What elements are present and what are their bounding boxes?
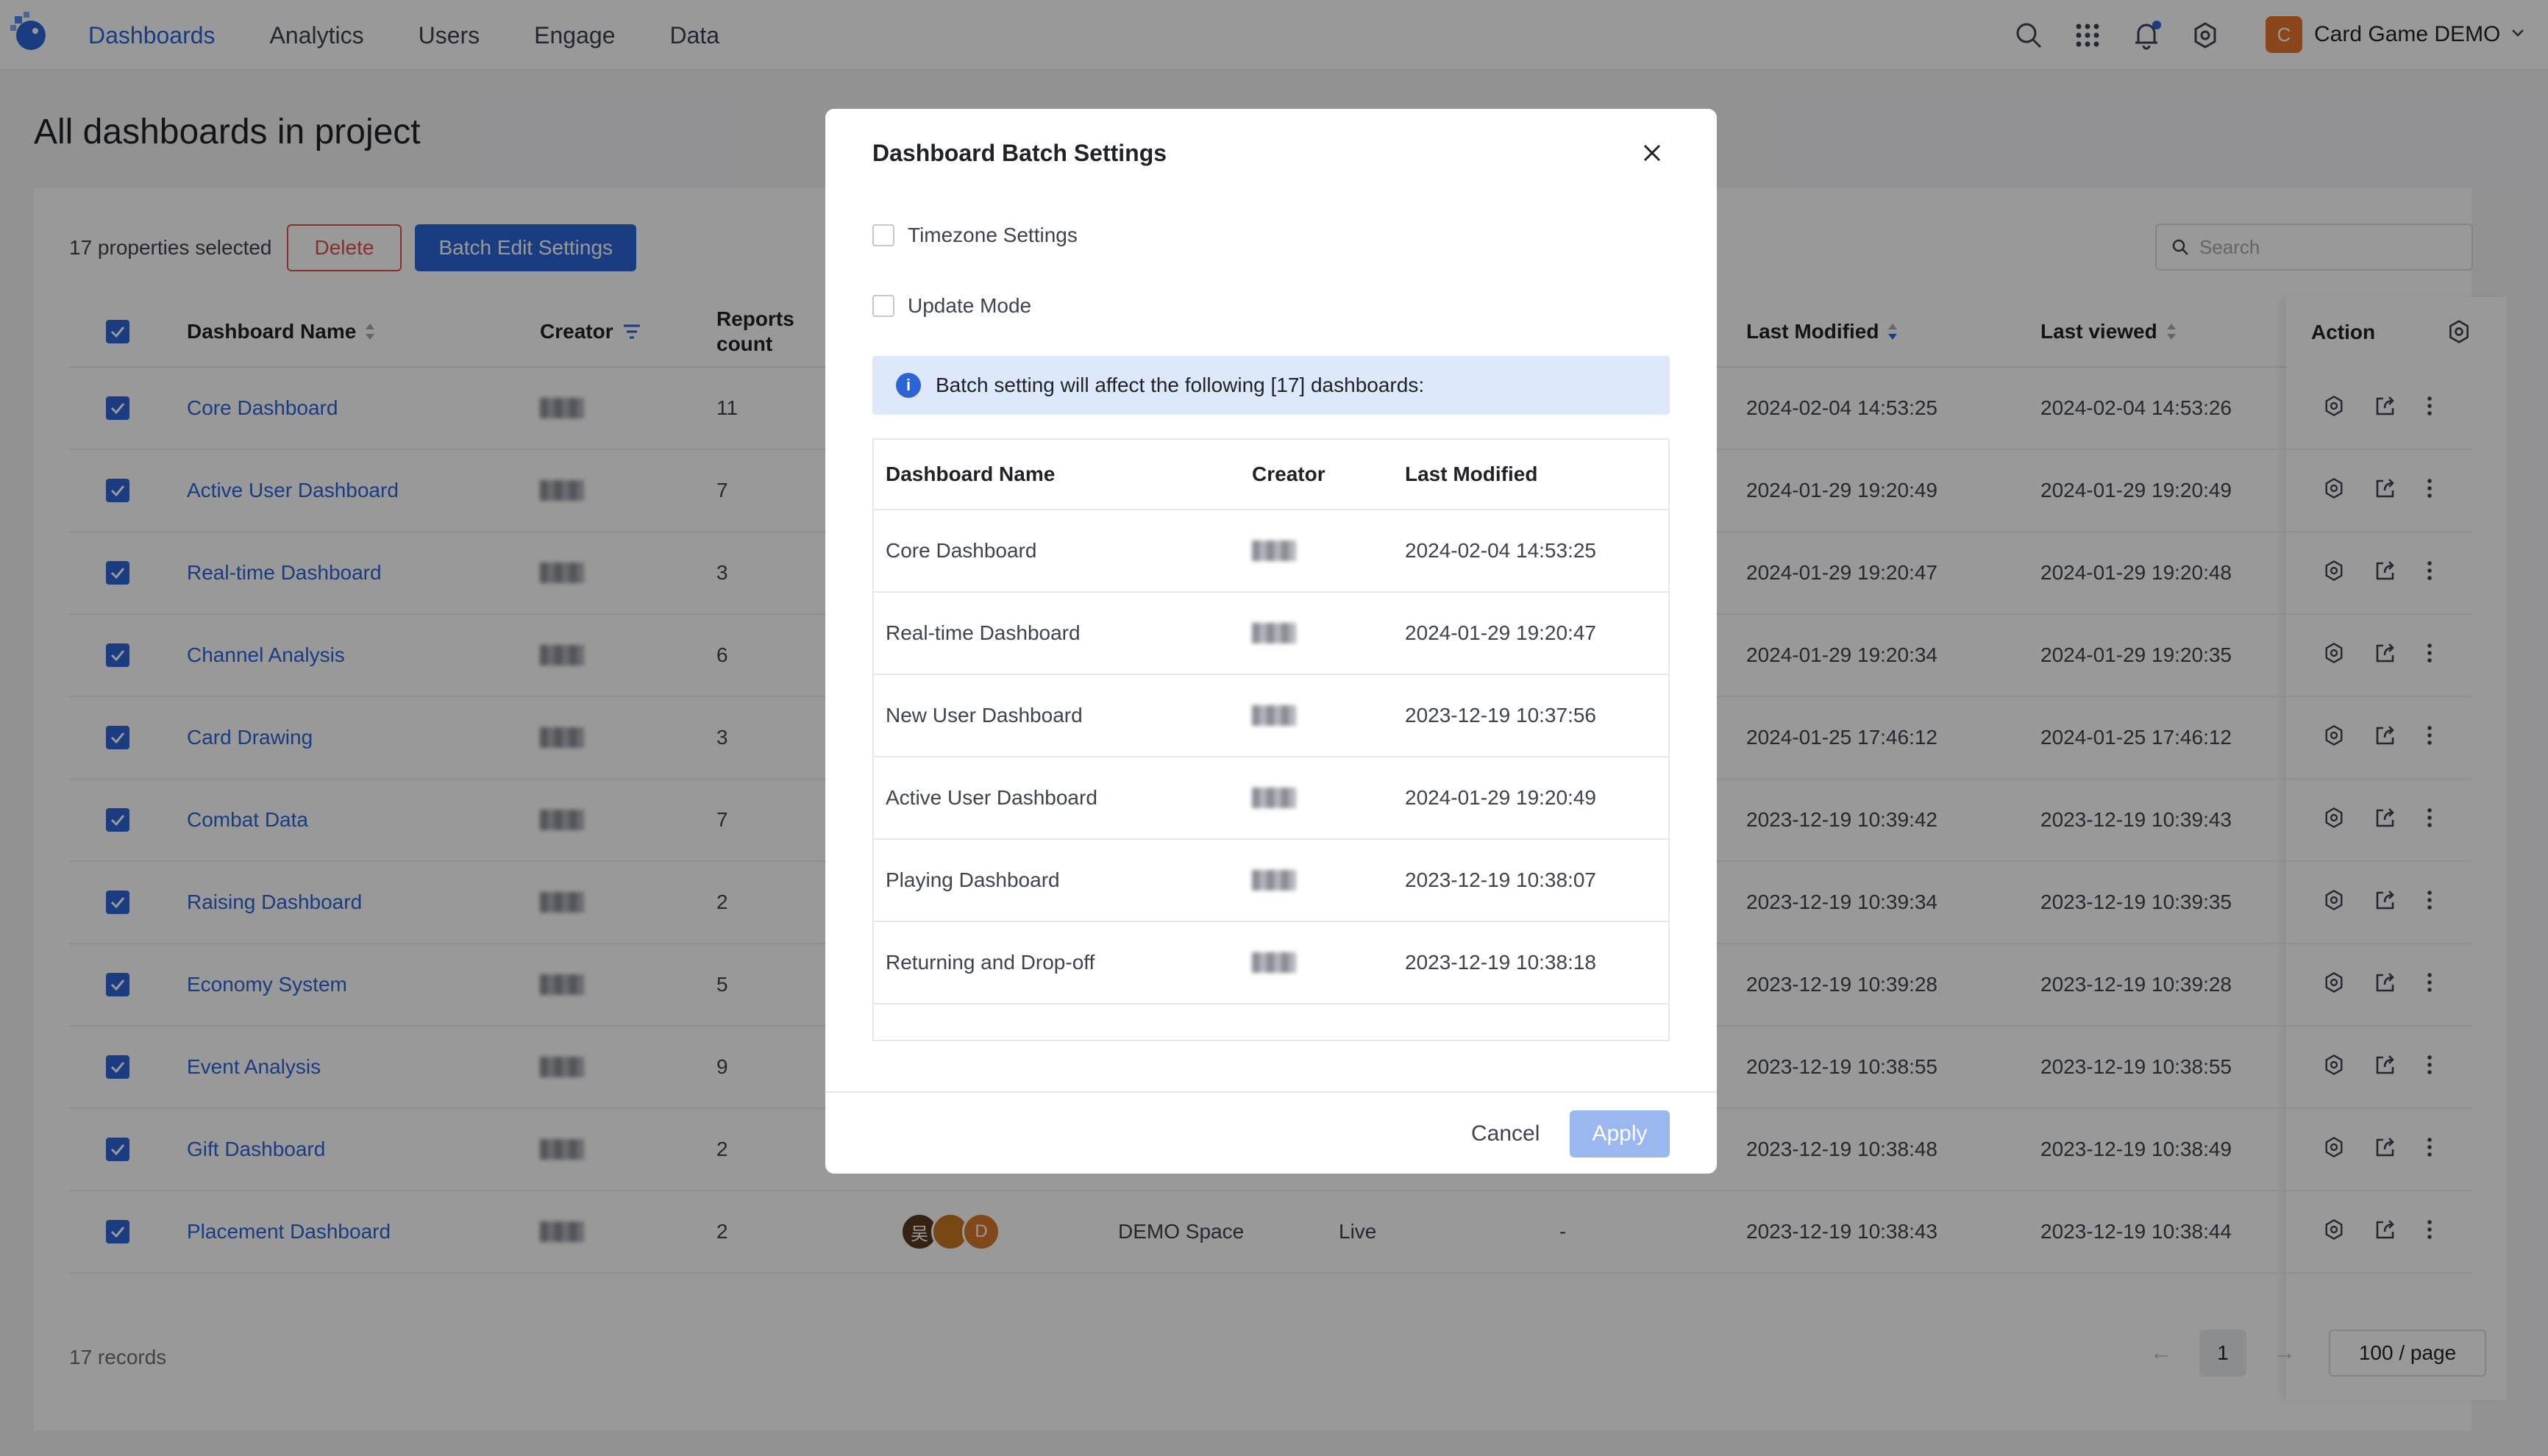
apply-button[interactable]: Apply [1570, 1110, 1670, 1157]
creator-avatar-blurred [1252, 788, 1296, 808]
batch-settings-modal: Dashboard Batch Settings Timezone Settin… [825, 109, 1717, 1174]
creator-avatar-blurred [1252, 540, 1296, 561]
update-mode-checkbox[interactable] [872, 295, 894, 317]
modal-col-creator: Creator [1252, 463, 1325, 485]
modal-last-modified: 2023-12-19 10:38:07 [1405, 868, 1596, 891]
affected-dashboards-table: Dashboard Name Creator Last Modified Cor… [872, 438, 1670, 1041]
modal-table-row: New User Dashboard 2023-12-19 10:37:56 [874, 675, 1668, 757]
modal-dashboard-name: Core Dashboard [886, 539, 1037, 562]
cancel-button[interactable]: Cancel [1456, 1110, 1554, 1157]
modal-last-modified: 2024-02-04 14:53:25 [1405, 539, 1596, 562]
modal-table-row: Returning and Drop-off 2023-12-19 10:38:1… [874, 922, 1668, 1004]
creator-avatar-blurred [1252, 870, 1296, 891]
modal-dashboard-name: Playing Dashboard [886, 868, 1060, 891]
modal-table-row: Active User Dashboard 2024-01-29 19:20:49 [874, 757, 1668, 840]
info-banner: i Batch setting will affect the followin… [872, 356, 1670, 415]
update-mode-label: Update Mode [908, 294, 1032, 317]
creator-avatar-blurred [1252, 952, 1296, 973]
modal-footer: Cancel Apply [825, 1091, 1717, 1174]
info-icon: i [896, 373, 921, 398]
timezone-settings-option[interactable]: Timezone Settings [872, 224, 1078, 247]
modal-title: Dashboard Batch Settings [872, 140, 1167, 166]
modal-dashboard-name: New User Dashboard [886, 704, 1083, 727]
modal-table-row: Playing Dashboard 2023-12-19 10:38:07 [874, 840, 1668, 922]
modal-last-modified: 2024-01-29 19:20:49 [1405, 786, 1596, 809]
modal-last-modified: 2023-12-19 10:37:56 [1405, 704, 1596, 727]
modal-col-modified: Last Modified [1405, 463, 1538, 485]
update-mode-option[interactable]: Update Mode [872, 294, 1031, 318]
info-text: Batch setting will affect the following … [936, 374, 1425, 396]
modal-dashboard-name: Real-time Dashboard [886, 621, 1081, 644]
modal-last-modified: 2024-01-29 19:20:47 [1405, 621, 1596, 644]
modal-table-row: Core Dashboard 2024-02-04 14:53:25 [874, 510, 1668, 593]
timezone-checkbox[interactable] [872, 224, 894, 246]
modal-table-header: Dashboard Name Creator Last Modified [874, 440, 1668, 510]
creator-avatar-blurred [1252, 623, 1296, 643]
timezone-label: Timezone Settings [908, 224, 1078, 246]
modal-dashboard-name: Returning and Drop-off [886, 951, 1095, 974]
modal-table-row: Real-time Dashboard 2024-01-29 19:20:47 [874, 593, 1668, 675]
close-icon[interactable] [1637, 138, 1667, 168]
modal-col-name: Dashboard Name [886, 463, 1056, 485]
modal-last-modified: 2023-12-19 10:38:18 [1405, 951, 1596, 974]
modal-dashboard-name: Active User Dashboard [886, 786, 1097, 809]
creator-avatar-blurred [1252, 705, 1296, 726]
modal-table-body: Core Dashboard 2024-02-04 14:53:25 Real-ti… [874, 510, 1668, 1004]
